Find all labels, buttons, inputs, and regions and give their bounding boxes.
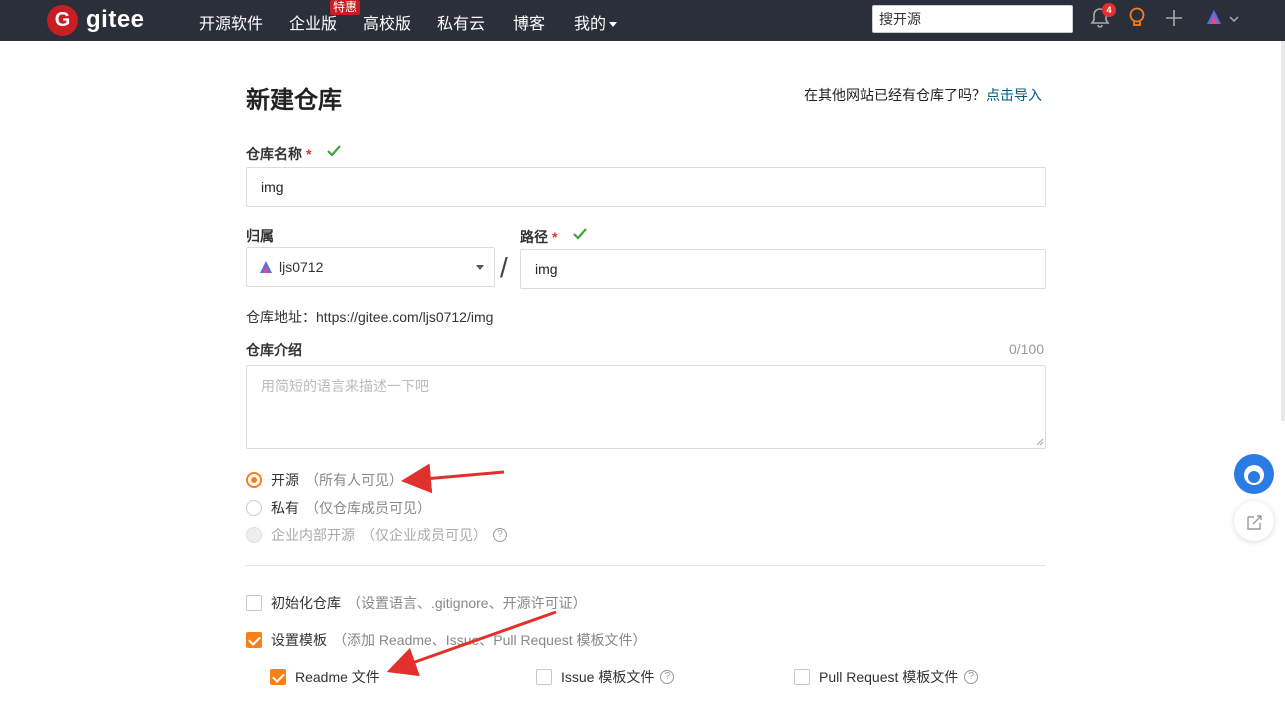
radio-hint: （仅仓库成员可见） — [305, 500, 431, 516]
checkbox-hint: （设置语言、.gitignore、开源许可证） — [347, 595, 587, 611]
user-avatar[interactable] — [1206, 8, 1240, 35]
lightbulb-icon[interactable] — [1127, 6, 1147, 35]
desc-label: 仓库介绍 — [246, 342, 302, 358]
path-label-text: 路径 — [520, 229, 548, 245]
visibility-open-source[interactable]: 开源 （所有人可见） — [246, 470, 403, 490]
checkbox-label: Issue 模板文件 — [561, 669, 655, 685]
support-float-button[interactable] — [1234, 454, 1274, 494]
required-mark: * — [306, 146, 312, 162]
checkbox[interactable] — [246, 632, 262, 648]
import-link[interactable]: 点击导入 — [986, 87, 1042, 103]
radio-button — [246, 527, 262, 543]
visibility-private[interactable]: 私有 （仅仓库成员可见） — [246, 498, 431, 518]
init-repo-option[interactable]: 初始化仓库 （设置语言、.gitignore、开源许可证） — [246, 593, 587, 613]
gitee-logo-icon: G — [47, 4, 78, 36]
annotation-arrow-visibility — [401, 463, 505, 494]
set-template-option[interactable]: 设置模板 （添加 Readme、Issue、Pull Request 模板文件） — [246, 630, 647, 650]
path-label: 路径 * — [520, 227, 557, 247]
page-title: 新建仓库 — [246, 87, 342, 114]
nav-blog[interactable]: 博客 — [513, 10, 545, 34]
radio-button[interactable] — [246, 500, 262, 516]
radio-button[interactable] — [246, 472, 262, 488]
radio-label: 企业内部开源 — [271, 527, 355, 543]
checkbox[interactable] — [246, 595, 262, 611]
template-pull-request[interactable]: Pull Request 模板文件 ? — [794, 667, 979, 687]
check-icon — [572, 226, 588, 247]
checkbox[interactable] — [794, 669, 810, 685]
nav-mine[interactable]: 我的 — [574, 10, 618, 34]
nav-education[interactable]: 高校版 — [363, 10, 411, 34]
owner-label: 归属 — [246, 228, 274, 244]
checkbox[interactable] — [270, 669, 286, 685]
nav-open-source[interactable]: 开源软件 — [199, 10, 263, 34]
promo-badge: 特惠 — [330, 0, 361, 15]
checkbox-hint: （添加 Readme、Issue、Pull Request 模板文件） — [333, 632, 647, 648]
scrollbar[interactable] — [1281, 41, 1285, 421]
repo-name-input[interactable] — [246, 167, 1046, 207]
chevron-down-icon — [476, 265, 484, 270]
visibility-enterprise: 企业内部开源 （仅企业成员可见） ? — [246, 525, 507, 545]
logo-text: gitee — [86, 6, 145, 33]
radio-hint: （仅企业成员可见） — [361, 527, 487, 543]
template-issue[interactable]: Issue 模板文件 ? — [536, 667, 675, 687]
template-readme[interactable]: Readme 文件 — [270, 667, 380, 687]
checkbox[interactable] — [536, 669, 552, 685]
path-input[interactable] — [520, 249, 1046, 289]
feedback-float-button[interactable] — [1234, 501, 1274, 541]
repo-name-label: 仓库名称 * — [246, 144, 311, 164]
help-icon[interactable]: ? — [493, 528, 507, 542]
edit-external-icon — [1247, 515, 1262, 530]
radio-hint: （所有人可见） — [305, 472, 403, 488]
help-icon[interactable]: ? — [964, 670, 979, 684]
owner-avatar-icon — [260, 261, 272, 273]
path-separator: / — [500, 252, 508, 283]
chat-icon — [1244, 465, 1264, 485]
chevron-down-icon — [609, 22, 618, 28]
checkbox-label: Pull Request 模板文件 — [819, 669, 959, 685]
desc-textarea[interactable] — [246, 365, 1046, 449]
radio-label: 开源 — [271, 472, 299, 488]
desc-char-counter: 0/100 — [1009, 341, 1045, 357]
required-mark: * — [552, 229, 558, 245]
checkbox-label: 初始化仓库 — [271, 595, 341, 611]
resize-grip-icon — [1036, 438, 1044, 446]
divider — [246, 565, 1046, 566]
checkbox-label: Readme 文件 — [295, 669, 380, 685]
check-icon — [326, 143, 342, 164]
nav-mine-label: 我的 — [574, 16, 607, 33]
import-tip-text: 在其他网站已经有仓库了吗？ — [804, 87, 986, 103]
top-navbar: G gitee 开源软件 企业版 特惠 高校版 私有云 博客 我的 4 — [0, 0, 1285, 41]
gitee-logo[interactable]: G gitee — [47, 4, 157, 36]
nav-private-cloud[interactable]: 私有云 — [437, 10, 485, 34]
owner-select-value: ljs0712 — [279, 259, 324, 275]
repo-url: 仓库地址：https://gitee.com/ljs0712/img — [246, 309, 494, 325]
annotation-arrows — [386, 463, 557, 677]
notification-count-badge: 4 — [1102, 3, 1116, 17]
search-input[interactable] — [872, 5, 1073, 33]
owner-select[interactable]: ljs0712 — [246, 247, 495, 287]
import-tip: 在其他网站已经有仓库了吗？点击导入 — [804, 85, 1042, 105]
repo-name-label-text: 仓库名称 — [246, 146, 302, 162]
radio-label: 私有 — [271, 500, 299, 516]
help-icon[interactable]: ? — [660, 670, 675, 684]
plus-icon[interactable] — [1164, 6, 1184, 35]
checkbox-label: 设置模板 — [271, 632, 327, 648]
